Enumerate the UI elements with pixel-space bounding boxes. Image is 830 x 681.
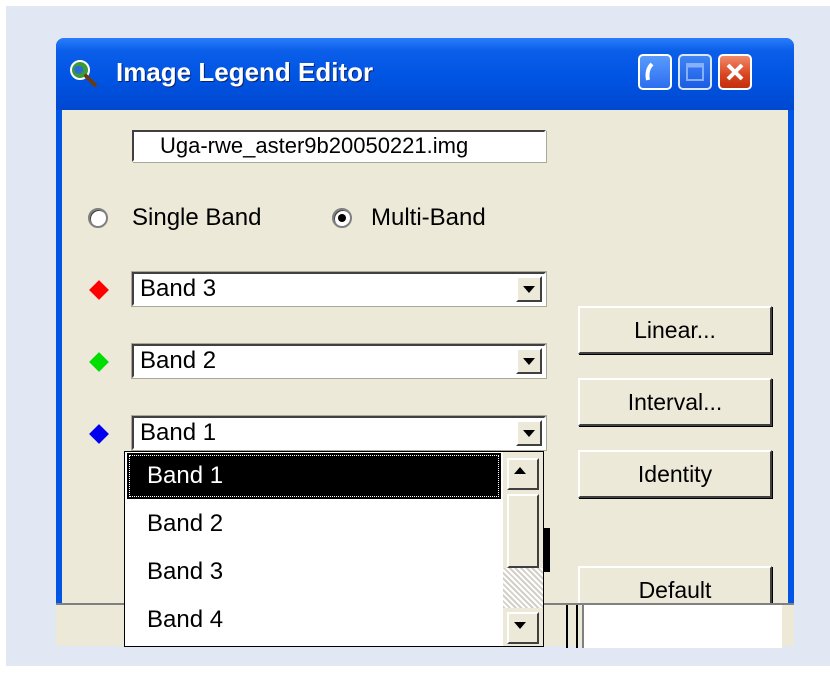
close-button[interactable]	[718, 54, 752, 90]
identity-button[interactable]: Identity	[578, 450, 772, 498]
dropdown-item-band-4[interactable]: Band 4	[127, 597, 501, 643]
obscured-button-edge	[544, 528, 550, 572]
blue-band-dropdown-button[interactable]	[516, 420, 542, 446]
default-button[interactable]: Default	[578, 566, 772, 603]
divider	[576, 605, 578, 648]
dropdown-scrollbar[interactable]	[503, 452, 543, 646]
chevron-down-icon	[523, 286, 535, 293]
minimize-icon	[645, 62, 654, 81]
single-band-label[interactable]: Single Band	[132, 204, 261, 232]
scroll-up-button[interactable]	[507, 458, 539, 490]
linear-button[interactable]: Linear...	[578, 306, 772, 354]
red-band-select[interactable]: Band 3	[131, 271, 547, 307]
magnifier-globe-icon	[70, 60, 97, 87]
blue-band-select[interactable]: Band 1	[131, 415, 547, 451]
green-band-select[interactable]: Band 2	[131, 343, 547, 379]
green-band-diamond-icon	[89, 352, 109, 372]
blue-band-diamond-icon	[89, 424, 109, 444]
window-title: Image Legend Editor	[116, 57, 374, 87]
title-bar[interactable]: Image Legend Editor	[56, 38, 794, 110]
red-band-diamond-icon	[89, 280, 109, 300]
multi-band-radio[interactable]	[332, 208, 352, 228]
background-pane	[582, 605, 782, 648]
multi-band-label[interactable]: Multi-Band	[371, 204, 486, 232]
image-filename-field: Uga-rwe_aster9b20050221.img	[132, 130, 546, 162]
minimize-button[interactable]	[638, 54, 672, 90]
red-band-dropdown-button[interactable]	[516, 276, 542, 302]
divider	[566, 605, 568, 648]
blue-band-value: Band 1	[140, 419, 217, 446]
dropdown-item-band-3[interactable]: Band 3	[127, 549, 501, 595]
green-band-value: Band 2	[140, 347, 217, 374]
background-panel-right	[544, 603, 794, 648]
green-band-dropdown-button[interactable]	[516, 348, 542, 374]
chevron-down-icon	[523, 358, 535, 365]
background-panel-left	[56, 603, 126, 646]
chevron-down-icon	[514, 622, 526, 629]
red-band-value: Band 3	[140, 275, 217, 302]
radio-selected-dot	[338, 214, 346, 222]
dropdown-item-band-2[interactable]: Band 2	[127, 501, 501, 547]
maximize-button[interactable]	[678, 54, 712, 90]
scroll-down-button[interactable]	[507, 612, 539, 644]
chevron-down-icon	[523, 430, 535, 437]
scrollbar-track[interactable]	[503, 568, 543, 608]
interval-button[interactable]: Interval...	[578, 378, 772, 426]
single-band-radio[interactable]	[88, 208, 108, 228]
dropdown-item-band-1[interactable]: Band 1	[127, 453, 501, 499]
scrollbar-thumb[interactable]	[507, 494, 539, 568]
band-dropdown-list[interactable]: Band 1 Band 2 Band 3 Band 4	[124, 451, 544, 647]
close-icon	[726, 63, 744, 81]
maximize-icon	[686, 63, 704, 81]
chevron-up-icon	[514, 467, 526, 474]
